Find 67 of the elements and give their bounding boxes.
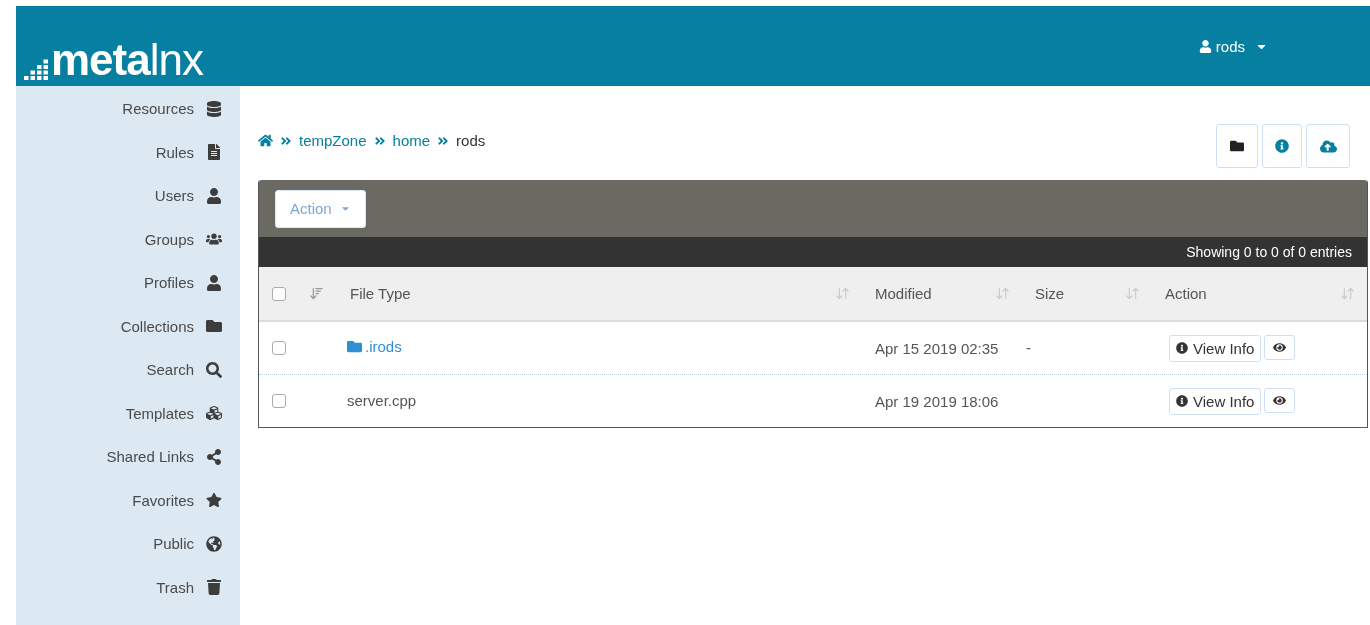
sort-icon[interactable]: [995, 286, 1010, 301]
file-size: -: [1025, 339, 1031, 356]
trash-icon: [206, 579, 222, 596]
breadcrumb-link[interactable]: home: [392, 132, 431, 149]
eye-icon: [1273, 340, 1287, 354]
folder-icon: [206, 318, 222, 335]
logo-icon: [24, 58, 50, 80]
sidebar-item[interactable]: Trash: [156, 565, 222, 609]
sidebar-item[interactable]: Shared Links: [106, 435, 222, 479]
chevron-icon: [280, 134, 292, 147]
folder-icon: [347, 339, 362, 354]
entries-info: Showing 0 to 0 of 0 entries: [1186, 244, 1352, 260]
column-header[interactable]: Action: [1165, 285, 1207, 302]
search-icon: [206, 361, 222, 378]
view-info-button[interactable]: View Info: [1169, 334, 1262, 362]
sidebar-item[interactable]: Public: [153, 522, 222, 566]
row-checkbox[interactable]: [272, 394, 286, 408]
column-header[interactable]: Modified: [875, 285, 932, 302]
sidebar-item[interactable]: Users: [154, 174, 222, 218]
info-icon: [1176, 342, 1188, 354]
home-icon[interactable]: [258, 133, 273, 148]
document-icon: [206, 144, 222, 161]
breadcrumb-current[interactable]: rods: [456, 132, 486, 149]
user-icon: [1198, 39, 1212, 53]
sort-icon[interactable]: [1340, 286, 1355, 301]
users-icon: [206, 231, 222, 248]
database-icon: [206, 100, 222, 117]
info-icon: [1176, 395, 1188, 407]
breadcrumb-link[interactable]: tempZone: [299, 132, 367, 149]
logo[interactable]: metalnx: [51, 38, 203, 82]
sidebar-item[interactable]: Templates: [125, 391, 222, 435]
user-menu[interactable]: rods: [1196, 35, 1270, 57]
folder-icon: [1230, 139, 1244, 153]
select-all-checkbox[interactable]: [272, 286, 286, 301]
share-icon: [206, 448, 222, 465]
user-icon: [206, 274, 222, 291]
sidebar-item[interactable]: Search: [146, 348, 222, 392]
info-button[interactable]: [1262, 124, 1302, 168]
folder-link[interactable]: .irods: [347, 338, 402, 355]
sidebar-item[interactable]: Favorites: [132, 478, 222, 522]
sidebar-item[interactable]: Groups: [144, 217, 222, 261]
modified-date: Apr 19 2019 18:06: [874, 392, 1000, 410]
info-icon: [1275, 139, 1289, 153]
sort-icon[interactable]: [835, 286, 850, 301]
sidebar-item[interactable]: Resources: [122, 87, 222, 131]
star-icon: [206, 492, 222, 509]
preview-button[interactable]: [1264, 334, 1296, 360]
row-checkbox[interactable]: [272, 341, 286, 355]
file-name: server.cpp: [347, 392, 417, 409]
sort-icon[interactable]: [309, 286, 324, 301]
sort-icon[interactable]: [1125, 286, 1140, 301]
user-icon: [206, 187, 222, 204]
column-header[interactable]: File Type: [350, 285, 411, 302]
sidebar-item[interactable]: Collections: [120, 304, 222, 348]
sidebar-item[interactable]: Rules: [155, 130, 222, 174]
upload-button[interactable]: [1306, 124, 1350, 168]
view-info-button[interactable]: View Info: [1169, 387, 1262, 415]
preview-button[interactable]: [1264, 387, 1296, 413]
new-folder-button[interactable]: [1216, 124, 1258, 168]
column-header[interactable]: Size: [1035, 285, 1065, 302]
sidebar-item[interactable]: Profiles: [143, 261, 222, 305]
cubes-icon: [206, 405, 222, 422]
chevron-icon: [437, 134, 450, 147]
eye-icon: [1273, 393, 1287, 407]
modified-date: Apr 15 2019 02:35: [874, 339, 1000, 357]
chevron-icon: [373, 134, 386, 147]
globe-icon: [206, 535, 222, 552]
